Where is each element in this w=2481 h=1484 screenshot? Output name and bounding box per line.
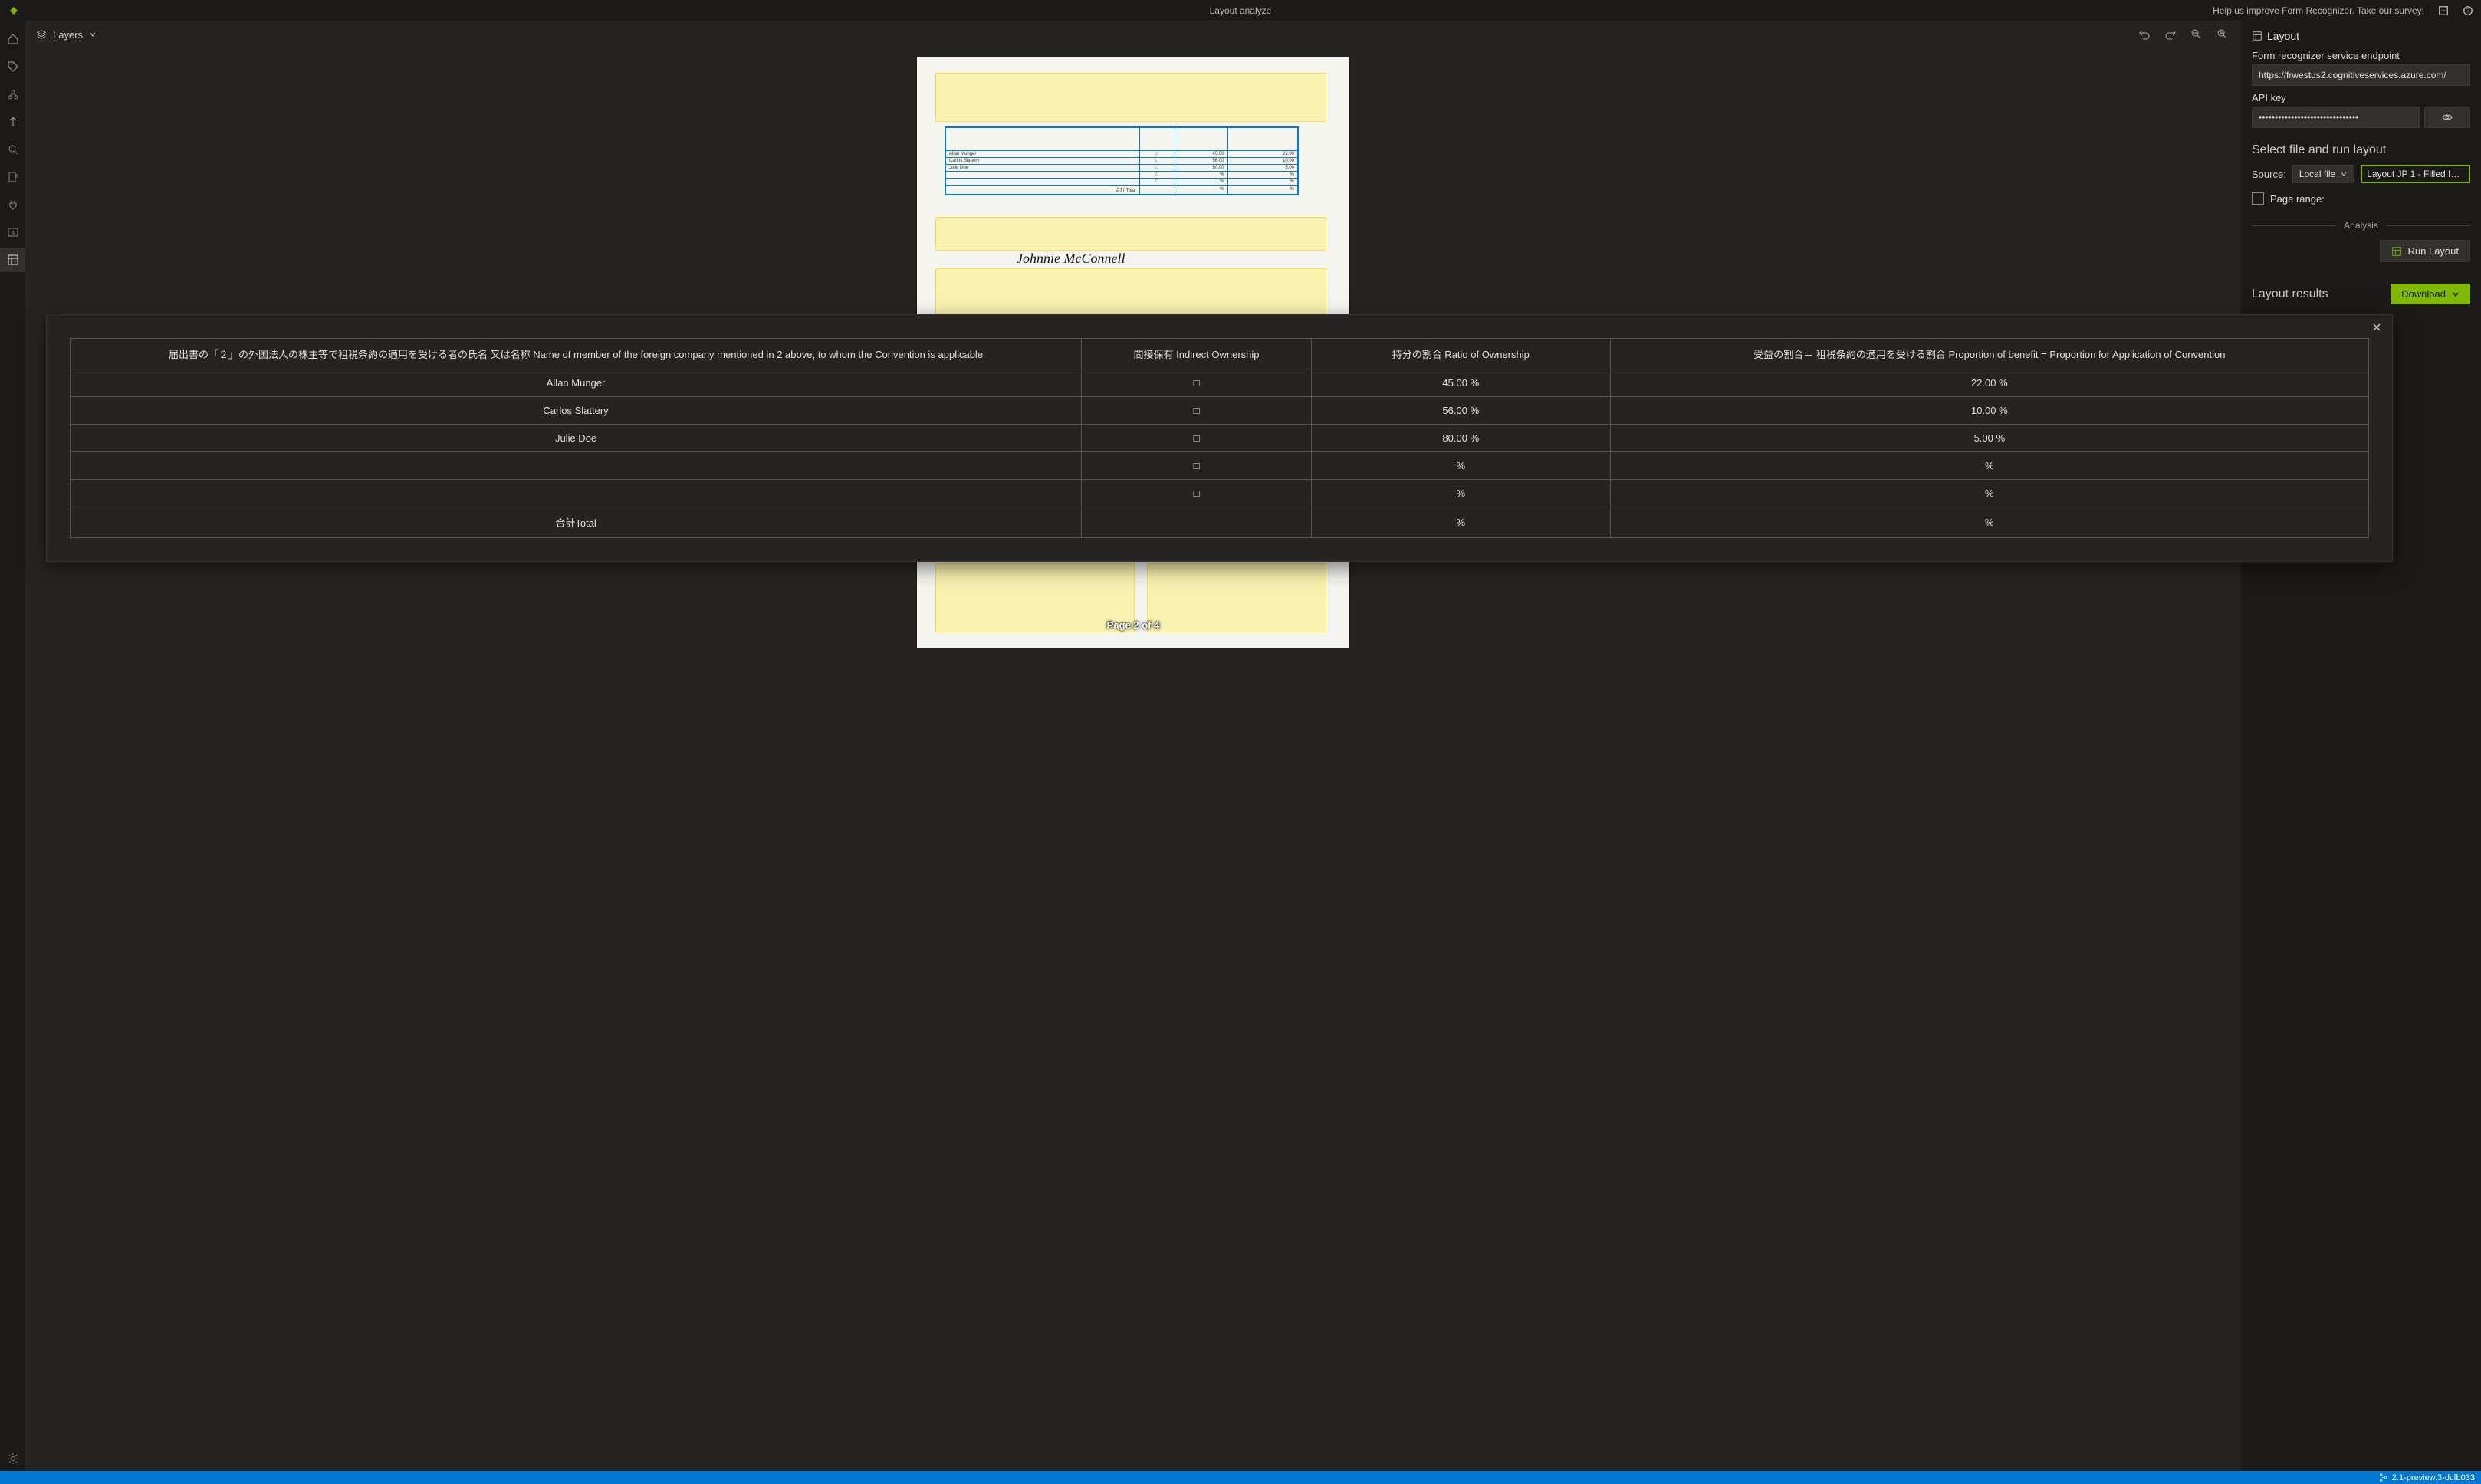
canvas-panel: Layers	[25, 21, 2241, 1471]
nav-home-icon[interactable]	[0, 27, 25, 51]
version-text: 2.1-preview.3-dcfb033	[2392, 1473, 2475, 1482]
redo-icon[interactable]	[2163, 27, 2178, 42]
apikey-input[interactable]	[2252, 107, 2420, 128]
endpoint-input[interactable]	[2252, 64, 2470, 86]
chevron-down-icon	[2340, 170, 2348, 178]
analysis-label: Analysis	[2344, 220, 2378, 231]
source-value: Local file	[2299, 169, 2335, 179]
canvas-toolbar: Layers	[25, 21, 2241, 48]
page-range-checkbox[interactable]	[2252, 192, 2264, 205]
extracted-table: 届出書の「２」の外国法人の株主等で租税条約の適用を受ける者の氏名 又は名称 Na…	[70, 338, 2369, 538]
doc-signature: Johnnie McConnell	[1017, 251, 1125, 267]
left-nav-rail: A	[0, 21, 25, 1471]
panel-title: Layout	[2252, 30, 2470, 42]
nav-tag-icon[interactable]	[0, 54, 25, 79]
table-row: Allan Munger □ 45.00 % 22.00 %	[71, 369, 2369, 397]
header-name: 届出書の「２」の外国法人の株主等で租税条約の適用を受ける者の氏名 又は名称 Na…	[71, 339, 1082, 369]
header-benefit: 受益の割合＝ 租税条約の適用を受ける割合 Proportion of benef…	[1610, 339, 2368, 369]
table-row: 合計Total % %	[71, 507, 2369, 538]
nav-model-icon[interactable]	[0, 82, 25, 107]
layout-icon	[2252, 31, 2262, 41]
titlebar: Layout analyze Help us improve Form Reco…	[0, 0, 2481, 21]
help-icon[interactable]: ?	[2463, 5, 2473, 16]
download-label: Download	[2401, 288, 2446, 300]
app-logo-icon	[8, 5, 20, 17]
layers-icon	[36, 29, 47, 40]
table-row: Carlos Slattery □ 56.00 % 10.00 %	[71, 397, 2369, 425]
table-row: □ % %	[71, 452, 2369, 480]
nav-layout-icon[interactable]	[0, 248, 25, 272]
file-name-field[interactable]: Layout JP 1 - Filled In.pdf	[2361, 165, 2470, 183]
layers-label: Layers	[53, 29, 83, 41]
download-button[interactable]: Download	[2391, 284, 2470, 304]
select-file-heading: Select file and run layout	[2252, 143, 2470, 157]
nav-compose-icon[interactable]	[0, 110, 25, 134]
source-dropdown[interactable]: Local file	[2292, 165, 2354, 183]
table-preview-modal: 届出書の「２」の外国法人の株主等で租税条約の適用を受ける者の氏名 又は名称 Na…	[46, 314, 2393, 562]
page-indicator: Page 2 of 4	[1107, 619, 1160, 631]
nav-settings-icon[interactable]	[0, 1446, 25, 1471]
table-row: Julie Doe □ 80.00 % 5.00 %	[71, 425, 2369, 452]
results-heading: Layout results	[2252, 287, 2328, 301]
source-label: Source:	[2252, 169, 2286, 180]
close-icon	[2372, 323, 2381, 332]
chevron-down-icon	[89, 31, 97, 38]
header-ratio: 持分の割合 Ratio of Ownership	[1311, 339, 1610, 369]
nav-prebuilt-icon[interactable]	[0, 165, 25, 189]
page-range-label: Page range:	[2270, 193, 2325, 205]
svg-text:A: A	[11, 231, 15, 236]
header-indirect: 間接保有 Indirect Ownership	[1082, 339, 1312, 369]
apikey-label: API key	[2252, 92, 2470, 103]
eye-icon	[2441, 111, 2453, 123]
survey-link[interactable]: Help us improve Form Recognizer. Take ou…	[2213, 5, 2424, 16]
nav-connect-icon[interactable]	[0, 192, 25, 217]
table-header-row: 届出書の「２」の外国法人の株主等で租税条約の適用を受ける者の氏名 又は名称 Na…	[71, 339, 2369, 369]
run-button-label: Run Layout	[2408, 245, 2460, 257]
nav-analyze-icon[interactable]	[0, 137, 25, 162]
analysis-divider: Analysis	[2252, 220, 2470, 231]
layers-dropdown[interactable]: Layers	[36, 29, 97, 41]
zoom-out-icon[interactable]	[2189, 27, 2204, 42]
window-title: Layout analyze	[1210, 5, 1272, 16]
feedback-icon[interactable]	[2438, 5, 2449, 16]
doc-embedded-table: Allan Munger□45.0022.00 Carlos Slattery□…	[945, 126, 1299, 195]
zoom-in-icon[interactable]	[2215, 27, 2230, 42]
status-bar: 2.1-preview.3-dcfb033	[0, 1471, 2481, 1484]
document-viewport[interactable]: Allan Munger□45.0022.00 Carlos Slattery□…	[25, 48, 2241, 1471]
close-modal-button[interactable]	[2372, 323, 2381, 332]
right-panel: Layout Form recognizer service endpoint …	[2241, 21, 2481, 1471]
reveal-password-button[interactable]	[2424, 107, 2470, 128]
run-layout-button[interactable]: Run Layout	[2380, 240, 2471, 262]
nav-text-icon[interactable]: A	[0, 220, 25, 245]
panel-title-text: Layout	[2267, 30, 2299, 42]
table-row: □ % %	[71, 480, 2369, 507]
undo-icon[interactable]	[2137, 27, 2152, 42]
endpoint-label: Form recognizer service endpoint	[2252, 50, 2470, 61]
chevron-down-icon	[2452, 291, 2460, 298]
svg-text:?: ?	[2466, 7, 2470, 14]
branch-icon	[2379, 1473, 2387, 1482]
run-icon	[2391, 246, 2402, 257]
